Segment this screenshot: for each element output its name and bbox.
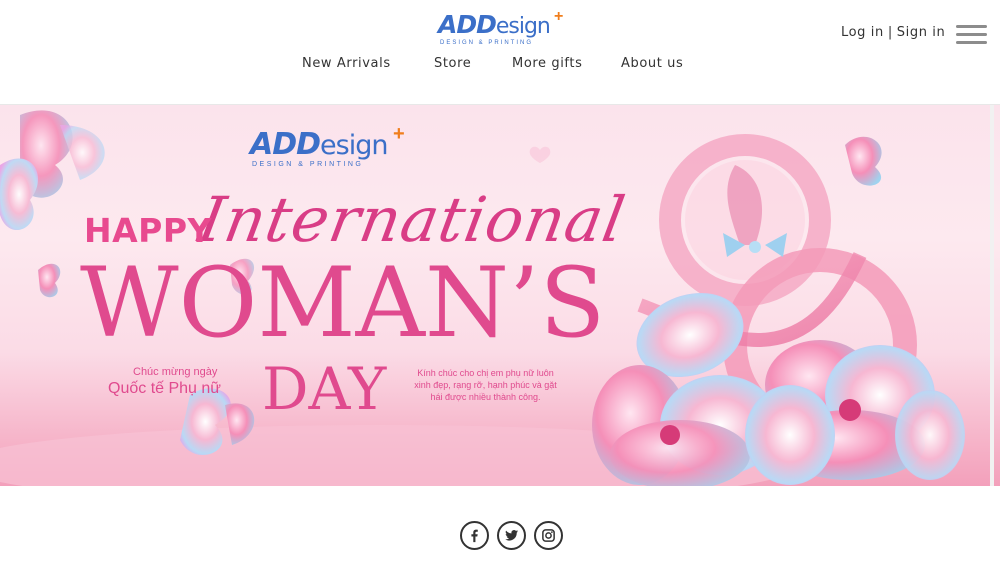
nav-new-arrivals[interactable]: New Arrivals (302, 56, 391, 71)
auth-separator: | (887, 25, 893, 40)
signin-link[interactable]: Sign in (897, 25, 946, 40)
logo-wordmark: ADDesign (438, 10, 551, 40)
logo-esign-text: esign (495, 14, 551, 39)
main-nav: New Arrivals Store More gifts About us (0, 56, 1000, 72)
banner-day-text: DAY (262, 355, 387, 423)
twitter-icon[interactable] (497, 521, 526, 550)
banner-vn-title: Quốc tế Phụ nữ (108, 380, 221, 397)
site-header: ADDesign + DESIGN & PRINTING New Arrival… (0, 0, 1000, 105)
banner-international-text: International (193, 183, 631, 256)
auth-links: Log in | Sign in (841, 25, 945, 40)
nav-about-us[interactable]: About us (621, 56, 683, 71)
hero-banner[interactable]: ADDesign + DESIGN & PRINTING Internation… (0, 105, 1000, 486)
banner-logo: ADDesign + DESIGN & PRINTING (250, 123, 405, 168)
nav-more-gifts[interactable]: More gifts (512, 56, 582, 71)
logo-add-text: ADD (438, 10, 497, 39)
logo-plus: + (554, 8, 564, 25)
banner-logo-add-text: ADD (250, 127, 321, 162)
login-link[interactable]: Log in (841, 25, 884, 40)
banner-logo-esign-text: esign (320, 130, 388, 161)
hamburger-menu-icon[interactable] (956, 25, 987, 45)
banner-vn-greeting: Chúc mừng ngày (133, 366, 218, 378)
logo-tagline: DESIGN & PRINTING (440, 40, 534, 46)
banner-wish-text: Kính chúc cho chị em phụ nữ luôn xinh đẹ… (414, 368, 557, 402)
instagram-icon[interactable] (534, 521, 563, 550)
banner-logo-tagline: DESIGN & PRINTING (252, 161, 364, 168)
facebook-icon[interactable] (460, 521, 489, 550)
site-logo[interactable]: ADDesign + DESIGN & PRINTING (438, 8, 563, 46)
banner-womans-text: WOMAN’S (80, 247, 606, 359)
page: ADDesign + DESIGN & PRINTING New Arrival… (0, 0, 1000, 562)
nav-store[interactable]: Store (434, 56, 471, 71)
banner-logo-wordmark: ADDesign (250, 127, 388, 162)
banner-logo-plus: + (393, 123, 405, 145)
banner-happy-text: HAPPY (84, 211, 212, 250)
